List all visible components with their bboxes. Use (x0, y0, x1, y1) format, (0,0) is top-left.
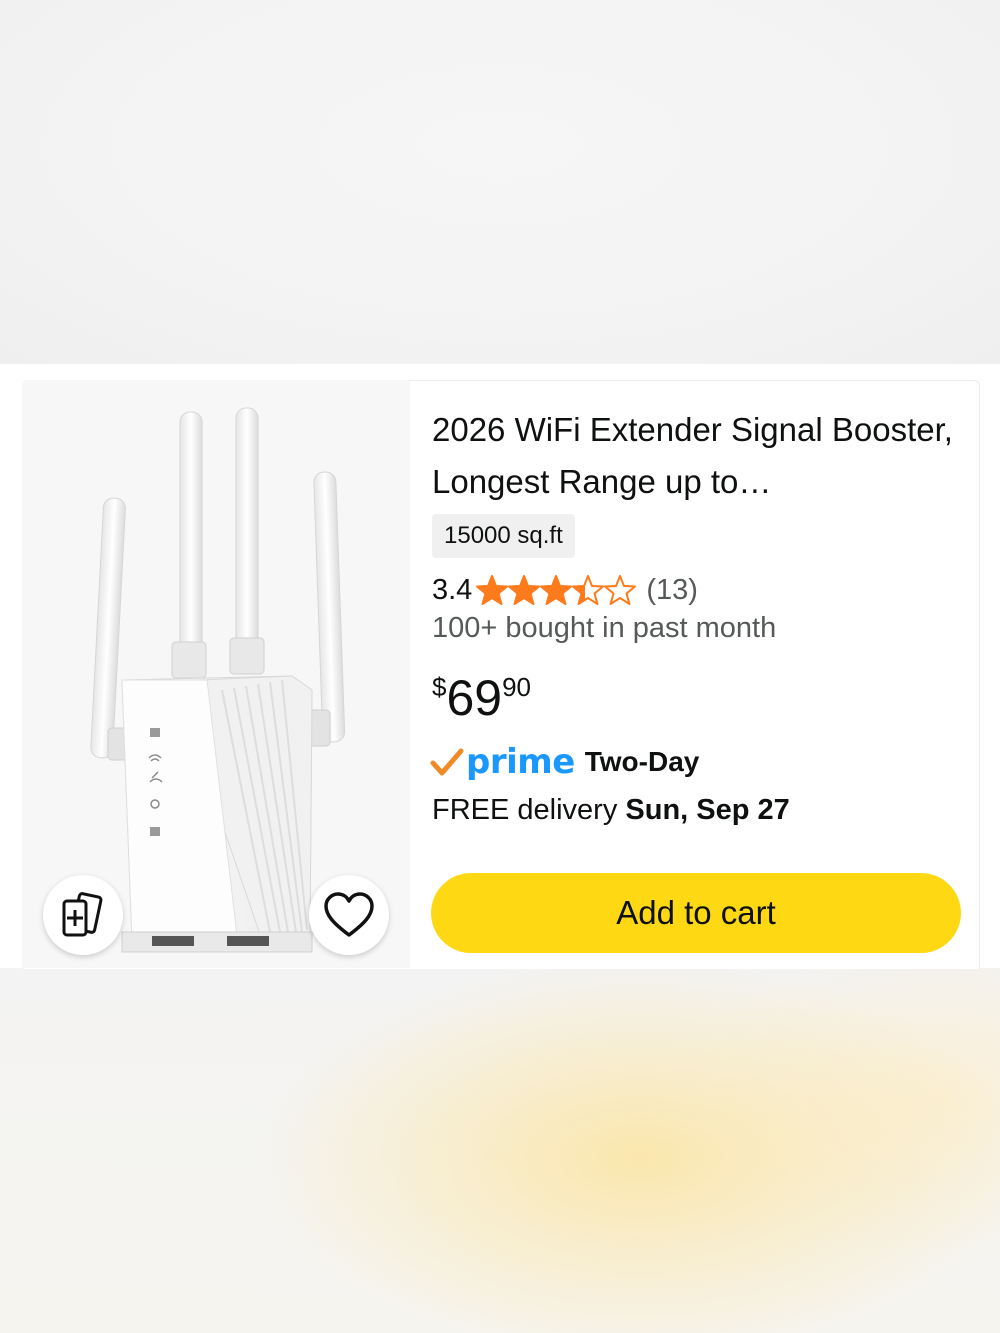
delivery-info: FREE delivery Sun, Sep 27 (432, 794, 790, 827)
star-icon (572, 575, 605, 605)
prime-check-icon (430, 748, 464, 776)
star-icon (476, 575, 509, 605)
star-icon (604, 575, 637, 605)
wishlist-button[interactable] (309, 875, 389, 955)
price-symbol: $ (432, 672, 447, 702)
add-to-compare-button[interactable] (43, 875, 123, 955)
review-count[interactable]: (13) (646, 574, 698, 607)
delivery-date: Sun, Sep 27 (625, 794, 790, 826)
rating-value: 3.4 (432, 573, 473, 606)
price-fraction: 90 (502, 672, 532, 702)
bought-count: 100+ bought in past month (432, 612, 777, 644)
product-title[interactable]: 2026 WiFi Extender Signal Booster, Longe… (432, 404, 962, 508)
prime-badge: prime Two-Day (430, 740, 699, 784)
add-to-compare-icon (62, 892, 103, 937)
delivery-speed: Two-Day (584, 746, 700, 777)
variant-badge: 15000 sq.ft (432, 514, 575, 558)
add-to-cart-button[interactable]: Add to cart (431, 873, 961, 953)
star-icon (540, 575, 573, 605)
rating-row[interactable]: 3.4 (13) (432, 570, 698, 610)
prime-logo-text: prime (466, 742, 575, 782)
background-top (0, 0, 1000, 364)
star-icon (508, 575, 541, 605)
delivery-prefix: FREE delivery (432, 794, 618, 826)
price-whole: 69 (446, 670, 503, 726)
star-rating (476, 574, 637, 606)
heart-icon (324, 892, 374, 937)
price: $6990 (432, 668, 531, 728)
background-bottom (0, 968, 1000, 1333)
